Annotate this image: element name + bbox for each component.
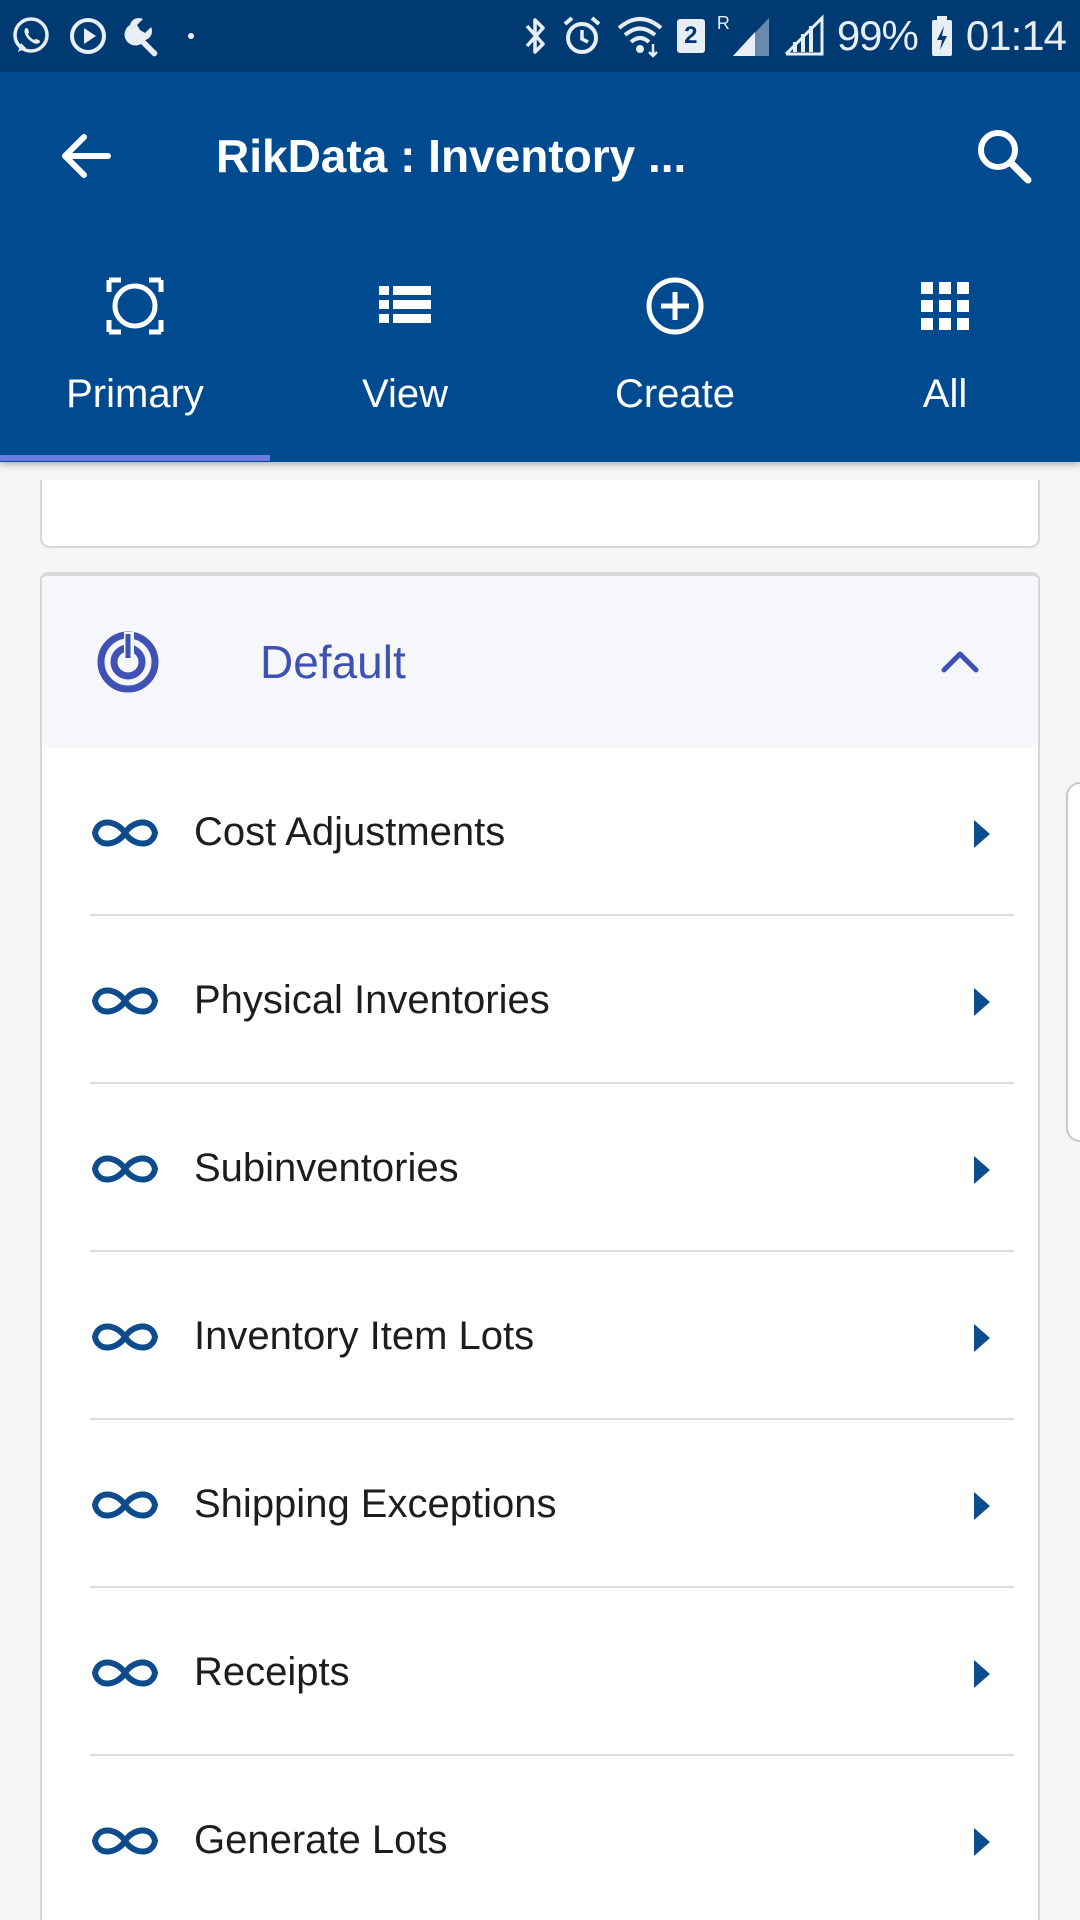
target-circle-icon xyxy=(106,277,164,335)
tab-view[interactable]: View xyxy=(270,268,540,458)
list-item-cost-adjustments[interactable]: Cost Adjustments xyxy=(42,748,1038,916)
tab-primary-label: Primary xyxy=(66,372,204,416)
sim-badge: 2 xyxy=(676,19,705,53)
list-item-physical-inventories[interactable]: Physical Inventories xyxy=(42,916,1038,1084)
list-item-label: Subinventories xyxy=(194,1146,459,1190)
more-notifications-dot xyxy=(188,33,194,39)
app-bar: RikData : Inventory ... Primary View Cre… xyxy=(0,72,1080,462)
tab-bar: Primary View Create All xyxy=(0,268,1080,458)
list-item-label: Generate Lots xyxy=(194,1818,448,1862)
bluetooth-icon xyxy=(525,18,545,54)
tab-create[interactable]: Create xyxy=(540,268,810,458)
infinity-icon xyxy=(91,1323,159,1351)
caret-right-icon xyxy=(974,1492,990,1520)
whatsapp-icon xyxy=(13,17,49,53)
caret-right-icon xyxy=(974,1156,990,1184)
section-title: Default xyxy=(260,636,406,688)
tab-all-label: All xyxy=(922,372,968,416)
target-icon xyxy=(97,631,159,693)
list-item-label: Physical Inventories xyxy=(194,978,550,1022)
signal-icon xyxy=(732,18,769,56)
tab-view-label: View xyxy=(362,372,448,416)
battery-percentage: 99% xyxy=(836,12,919,59)
apps-grid-icon xyxy=(921,282,969,330)
back-button[interactable] xyxy=(56,126,116,186)
status-bar-system: 2 R 99% 01:14 xyxy=(523,8,1067,64)
list-item-label: Shipping Exceptions xyxy=(194,1482,557,1526)
caret-right-icon xyxy=(974,988,990,1016)
page-title: RikData : Inventory ... xyxy=(216,130,687,182)
roaming-indicator: R xyxy=(716,12,730,33)
play-circle-icon xyxy=(70,18,106,54)
tab-primary[interactable]: Primary xyxy=(0,268,270,458)
wifi-icon xyxy=(617,17,663,58)
list-item-label: Receipts xyxy=(194,1650,350,1694)
list-icon xyxy=(379,286,431,323)
list-item-label: Inventory Item Lots xyxy=(194,1314,535,1358)
tab-create-label: Create xyxy=(614,372,736,416)
battery-charging-icon xyxy=(931,16,952,56)
signal-bars-icon xyxy=(784,14,824,56)
chevron-up-icon[interactable] xyxy=(930,632,990,692)
previous-card xyxy=(40,480,1040,548)
section-header[interactable]: Default xyxy=(42,576,1038,748)
list-item-shipping-exceptions[interactable]: Shipping Exceptions xyxy=(42,1420,1038,1588)
list-item-label: Cost Adjustments xyxy=(194,810,506,854)
infinity-icon xyxy=(91,1827,159,1855)
infinity-icon xyxy=(91,1659,159,1687)
edge-panel-handle[interactable] xyxy=(1066,782,1080,1142)
search-button[interactable] xyxy=(972,124,1036,188)
section-card: Default Cost Adjustments Physical Invent… xyxy=(40,572,1040,1920)
menu-list: Cost Adjustments Physical Inventories Su… xyxy=(42,748,1038,1920)
caret-right-icon xyxy=(974,1828,990,1856)
list-item-generate-lots[interactable]: Generate Lots xyxy=(42,1756,1038,1920)
tab-all[interactable]: All xyxy=(810,268,1080,458)
status-bar: 2 R 99% 01:14 xyxy=(0,0,1080,72)
infinity-icon xyxy=(91,1491,159,1519)
clock: 01:14 xyxy=(965,12,1067,59)
infinity-icon xyxy=(91,819,159,847)
caret-right-icon xyxy=(974,1660,990,1688)
wrench-icon xyxy=(124,17,158,57)
status-bar-notifications xyxy=(10,12,194,60)
caret-right-icon xyxy=(974,820,990,848)
infinity-icon xyxy=(91,1155,159,1183)
selected-tab-indicator xyxy=(0,455,270,461)
alarm-icon xyxy=(563,16,601,54)
list-item-receipts[interactable]: Receipts xyxy=(42,1588,1038,1756)
list-item-inventory-item-lots[interactable]: Inventory Item Lots xyxy=(42,1252,1038,1420)
list-item-subinventories[interactable]: Subinventories xyxy=(42,1084,1038,1252)
add-circle-icon xyxy=(646,277,704,335)
infinity-icon xyxy=(91,987,159,1015)
caret-right-icon xyxy=(974,1324,990,1352)
